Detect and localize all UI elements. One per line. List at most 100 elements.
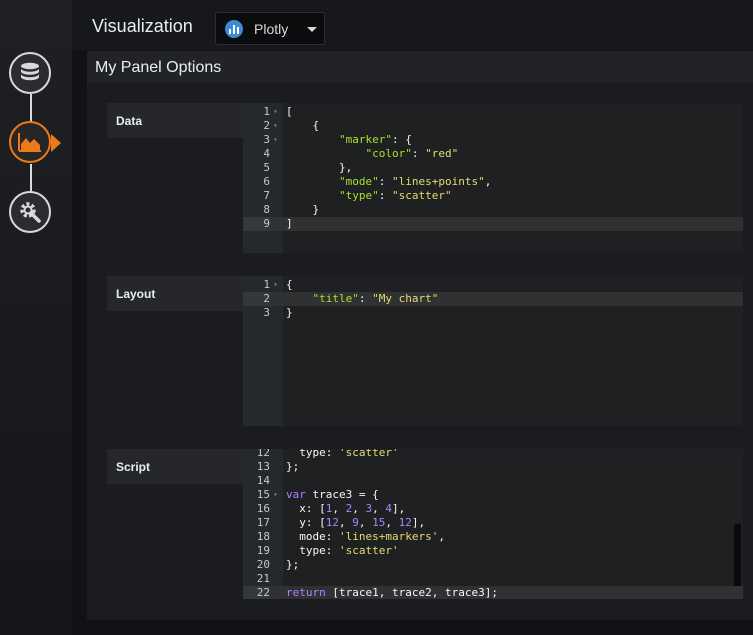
database-icon xyxy=(21,62,39,81)
code-token: "red" xyxy=(425,147,459,160)
code-text: }; xyxy=(286,460,299,474)
line-number: 7 xyxy=(263,189,270,202)
line-number: 14 xyxy=(256,474,270,487)
fold-arrow-icon[interactable]: ▾ xyxy=(273,133,278,147)
code-line[interactable]: 12 type: 'scatter' xyxy=(243,449,743,460)
script-label: Script xyxy=(107,449,243,484)
data-json-editor[interactable]: 1 ▾[2 ▾ {3 ▾ "marker": {4 "color": "red" 5 }… xyxy=(243,103,743,253)
line-number: 18 xyxy=(256,530,270,543)
code-text: { xyxy=(286,278,293,292)
options-title: My Panel Options xyxy=(95,59,222,76)
code-token: trace3 = { xyxy=(305,488,379,501)
code-token: type: xyxy=(286,449,339,459)
chevron-down-icon xyxy=(307,27,317,32)
code-line[interactable]: 1 ▾ [ xyxy=(243,105,743,119)
code-line[interactable]: 16 x: [1, 2, 3, 4], xyxy=(243,502,743,516)
code-line[interactable]: 13}; xyxy=(243,460,743,474)
fold-arrow-icon[interactable]: ▾ xyxy=(273,488,278,502)
code-token: : xyxy=(411,147,426,160)
queries-tab[interactable] xyxy=(9,52,51,94)
code-token: { xyxy=(286,278,293,291)
code-token: ], xyxy=(411,516,426,529)
visualization-header: Visualization Plotly xyxy=(72,0,753,50)
code-line[interactable]: 3} xyxy=(243,306,743,320)
fold-arrow-icon[interactable]: ▾ xyxy=(273,105,278,119)
code-line[interactable]: 2 ▾ { xyxy=(243,119,743,133)
code-line[interactable]: 1 ▾ { xyxy=(243,278,743,292)
code-text: { xyxy=(286,119,319,133)
code-line[interactable]: 5 }, xyxy=(243,161,743,175)
line-number: 17 xyxy=(256,516,270,529)
code-line[interactable]: 21 xyxy=(243,572,743,586)
code-token: , xyxy=(358,516,373,529)
code-token: }, xyxy=(286,161,353,174)
code-line[interactable]: 8 } xyxy=(243,203,743,217)
code-line[interactable]: 4 "color": "red" xyxy=(243,147,743,161)
code-text: "mode": "lines+points", xyxy=(286,175,491,189)
code-text: type: 'scatter' xyxy=(286,449,399,460)
fold-arrow-icon[interactable]: ▾ xyxy=(273,278,278,292)
code-token: [trace1, trace2, trace3]; xyxy=(325,586,498,599)
code-line[interactable]: 6 "mode": "lines+points", xyxy=(243,175,743,189)
code-line[interactable]: 14 xyxy=(243,474,743,488)
code-line[interactable]: 19 type: 'scatter' xyxy=(243,544,743,558)
code-line[interactable]: 7 "type": "scatter" xyxy=(243,189,743,203)
line-number: 21 xyxy=(256,572,270,585)
editor-sidebar xyxy=(0,0,72,635)
line-number: 2 xyxy=(263,119,270,132)
line-number: 9 xyxy=(243,217,270,231)
line-number: 16 xyxy=(256,502,270,515)
line-number: 2 xyxy=(243,292,270,306)
code-text: "type": "scatter" xyxy=(286,189,452,203)
fold-arrow-icon[interactable]: ▾ xyxy=(273,119,278,133)
visualization-tab[interactable] xyxy=(9,121,51,163)
code-token: ] xyxy=(286,217,293,230)
line-number: 3 xyxy=(263,306,270,319)
code-text: x: [1, 2, 3, 4], xyxy=(286,502,405,516)
code-line[interactable]: 15 ▾ var trace3 = { xyxy=(243,488,743,502)
code-text: return [trace1, trace2, trace3]; xyxy=(286,586,498,599)
line-number: 5 xyxy=(263,161,270,174)
layout-json-editor[interactable]: 1 ▾ {2 "title": "My chart" 3} xyxy=(243,276,743,426)
line-number: 1 xyxy=(263,278,270,291)
line-number: 19 xyxy=(256,544,270,557)
line-number: 4 xyxy=(263,147,270,160)
code-line[interactable]: 3 ▾ "marker": { xyxy=(243,133,743,147)
code-line[interactable]: 20}; xyxy=(243,558,743,572)
code-token: : xyxy=(358,292,373,305)
code-token: type: xyxy=(286,544,339,557)
code-text: }; xyxy=(286,558,299,572)
code-token: , xyxy=(438,530,445,543)
rail-connector xyxy=(30,164,32,192)
options-header[interactable]: My Panel Options xyxy=(87,51,753,83)
code-token: , xyxy=(385,516,399,529)
visualization-picker[interactable]: Plotly xyxy=(215,12,325,45)
active-tab-indicator xyxy=(51,134,61,152)
code-token: var xyxy=(286,488,306,501)
code-token: }; xyxy=(286,558,300,571)
script-code-editor[interactable]: 12 type: 'scatter' 13}; 14 15 ▾ var trace3 = … xyxy=(243,449,743,599)
code-line[interactable]: 17 y: [12, 9, 15, 12], xyxy=(243,516,743,530)
line-number: 12 xyxy=(256,449,270,459)
visualization-name: Plotly xyxy=(254,21,289,37)
code-text: y: [12, 9, 15, 12], xyxy=(286,516,425,530)
gear-wrench-icon xyxy=(20,202,41,223)
plotly-logo-icon xyxy=(225,20,243,38)
code-token: "marker" xyxy=(338,133,392,146)
code-line[interactable]: 22 return [trace1, trace2, trace3]; xyxy=(243,586,743,599)
code-line[interactable]: 9] xyxy=(243,217,743,231)
code-token: 4 xyxy=(385,502,392,515)
code-text: [ xyxy=(286,105,293,119)
general-tab[interactable] xyxy=(9,191,51,233)
code-token: "title" xyxy=(312,292,359,305)
code-line[interactable]: 2 "title": "My chart" xyxy=(243,292,743,306)
code-text: }, xyxy=(286,161,352,175)
code-line[interactable]: 18 mode: 'lines+markers', xyxy=(243,530,743,544)
code-text: var trace3 = { xyxy=(286,488,379,502)
code-token: }; xyxy=(286,460,300,473)
code-token: 'scatter' xyxy=(338,449,399,459)
